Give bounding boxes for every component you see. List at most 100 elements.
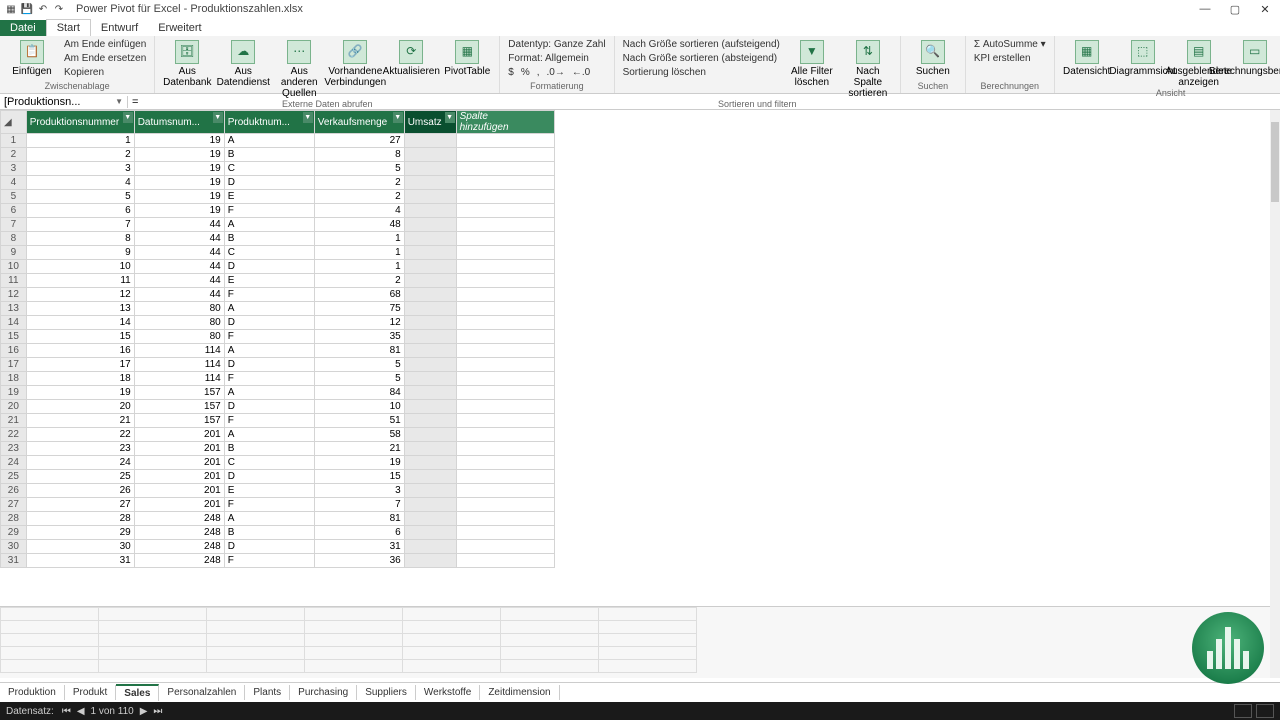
filter-dropdown-icon[interactable]: ▼	[123, 112, 133, 123]
cell[interactable]: 80	[134, 316, 224, 330]
cell-selected[interactable]	[404, 218, 456, 232]
cell[interactable]: 31	[26, 554, 134, 568]
cell[interactable]: 5	[314, 372, 404, 386]
cell-selected[interactable]	[404, 498, 456, 512]
scrollbar-thumb[interactable]	[1271, 122, 1279, 202]
cell-selected[interactable]	[404, 456, 456, 470]
row-header[interactable]: 31	[1, 554, 27, 568]
row-header[interactable]: 13	[1, 302, 27, 316]
cell-selected[interactable]	[404, 232, 456, 246]
cell-empty[interactable]	[456, 414, 554, 428]
cell[interactable]: A	[224, 344, 314, 358]
cell-empty[interactable]	[456, 260, 554, 274]
cell[interactable]: 20	[26, 400, 134, 414]
nav-first-icon[interactable]: ⏮	[62, 706, 71, 717]
cell-selected[interactable]	[404, 484, 456, 498]
cell[interactable]: 5	[26, 190, 134, 204]
table-row[interactable]: 2626201E3	[1, 484, 555, 498]
row-header[interactable]: 19	[1, 386, 27, 400]
column-header[interactable]: Datumsnum...▼	[134, 111, 224, 134]
cell[interactable]: 201	[134, 428, 224, 442]
decrease-decimal-button[interactable]: ←.0	[570, 66, 592, 79]
cell[interactable]: 201	[134, 456, 224, 470]
column-header-selected[interactable]: Umsatz▼	[404, 111, 456, 134]
cell[interactable]: 114	[134, 372, 224, 386]
cell-empty[interactable]	[456, 288, 554, 302]
cell[interactable]: 16	[26, 344, 134, 358]
datatype-dropdown[interactable]: Datentyp: Ganze Zahl	[506, 38, 607, 51]
sheet-tab[interactable]: Zeitdimension	[480, 685, 559, 700]
cell[interactable]: 44	[134, 232, 224, 246]
row-header[interactable]: 26	[1, 484, 27, 498]
cell-selected[interactable]	[404, 246, 456, 260]
sheet-tab[interactable]: Personalzahlen	[159, 685, 245, 700]
row-header[interactable]: 8	[1, 232, 27, 246]
filter-dropdown-icon[interactable]: ▼	[303, 112, 313, 123]
cell-empty[interactable]	[456, 456, 554, 470]
cell[interactable]: 19	[134, 204, 224, 218]
cell-empty[interactable]	[456, 428, 554, 442]
cell[interactable]: 14	[26, 316, 134, 330]
cell-selected[interactable]	[404, 134, 456, 148]
vertical-scrollbar[interactable]	[1270, 110, 1280, 678]
table-row[interactable]: 2525201D15	[1, 470, 555, 484]
row-header[interactable]: 11	[1, 274, 27, 288]
cell[interactable]: 248	[134, 540, 224, 554]
cell-empty[interactable]	[456, 148, 554, 162]
nav-prev-icon[interactable]: ◀	[77, 706, 85, 717]
cell[interactable]: A	[224, 218, 314, 232]
table-row[interactable]: 3030248D31	[1, 540, 555, 554]
cell[interactable]: B	[224, 442, 314, 456]
cell-empty[interactable]	[456, 540, 554, 554]
cell[interactable]: 30	[26, 540, 134, 554]
cell[interactable]: 44	[134, 218, 224, 232]
row-header[interactable]: 24	[1, 456, 27, 470]
cell[interactable]: 22	[26, 428, 134, 442]
increase-decimal-button[interactable]: .0→	[545, 66, 567, 79]
cell[interactable]: D	[224, 400, 314, 414]
cell-empty[interactable]	[456, 526, 554, 540]
table-row[interactable]: 151580F35	[1, 330, 555, 344]
cell[interactable]: 18	[26, 372, 134, 386]
cell[interactable]: 114	[134, 344, 224, 358]
sort-asc-button[interactable]: Nach Größe sortieren (aufsteigend)	[621, 38, 782, 51]
cell-empty[interactable]	[456, 176, 554, 190]
cell-empty[interactable]	[456, 330, 554, 344]
row-header[interactable]: 28	[1, 512, 27, 526]
column-header[interactable]: Verkaufsmenge▼	[314, 111, 404, 134]
row-header[interactable]: 4	[1, 176, 27, 190]
cell[interactable]: 6	[26, 204, 134, 218]
sheet-tab[interactable]: Produkt	[65, 685, 116, 700]
tab-file[interactable]: Datei	[0, 20, 46, 36]
cell[interactable]: 3	[314, 484, 404, 498]
cell-empty[interactable]	[456, 204, 554, 218]
tab-start[interactable]: Start	[46, 19, 91, 36]
view-mode-diagram-icon[interactable]	[1256, 704, 1274, 718]
table-row[interactable]: 2323201B21	[1, 442, 555, 456]
cell[interactable]: 21	[314, 442, 404, 456]
cell-selected[interactable]	[404, 288, 456, 302]
cell[interactable]: 19	[134, 148, 224, 162]
tab-erweitert[interactable]: Erweitert	[148, 20, 211, 36]
cell-selected[interactable]	[404, 526, 456, 540]
filter-dropdown-icon[interactable]: ▼	[213, 112, 223, 123]
cell[interactable]: 13	[26, 302, 134, 316]
cell[interactable]: 201	[134, 484, 224, 498]
cell-selected[interactable]	[404, 274, 456, 288]
cell[interactable]: 10	[314, 400, 404, 414]
search-button[interactable]: 🔍Suchen	[907, 38, 959, 77]
cell-selected[interactable]	[404, 470, 456, 484]
cell[interactable]: F	[224, 554, 314, 568]
table-row[interactable]: 2424201C19	[1, 456, 555, 470]
table-row[interactable]: 5519E2	[1, 190, 555, 204]
cell[interactable]: 6	[314, 526, 404, 540]
cell-selected[interactable]	[404, 540, 456, 554]
pivottable-button[interactable]: ▦PivotTable	[441, 38, 493, 77]
comma-button[interactable]: ,	[535, 66, 542, 79]
cell[interactable]: 5	[314, 162, 404, 176]
cell[interactable]: F	[224, 414, 314, 428]
cell[interactable]: 68	[314, 288, 404, 302]
cell[interactable]: D	[224, 176, 314, 190]
cell[interactable]: 15	[26, 330, 134, 344]
cell-empty[interactable]	[456, 512, 554, 526]
